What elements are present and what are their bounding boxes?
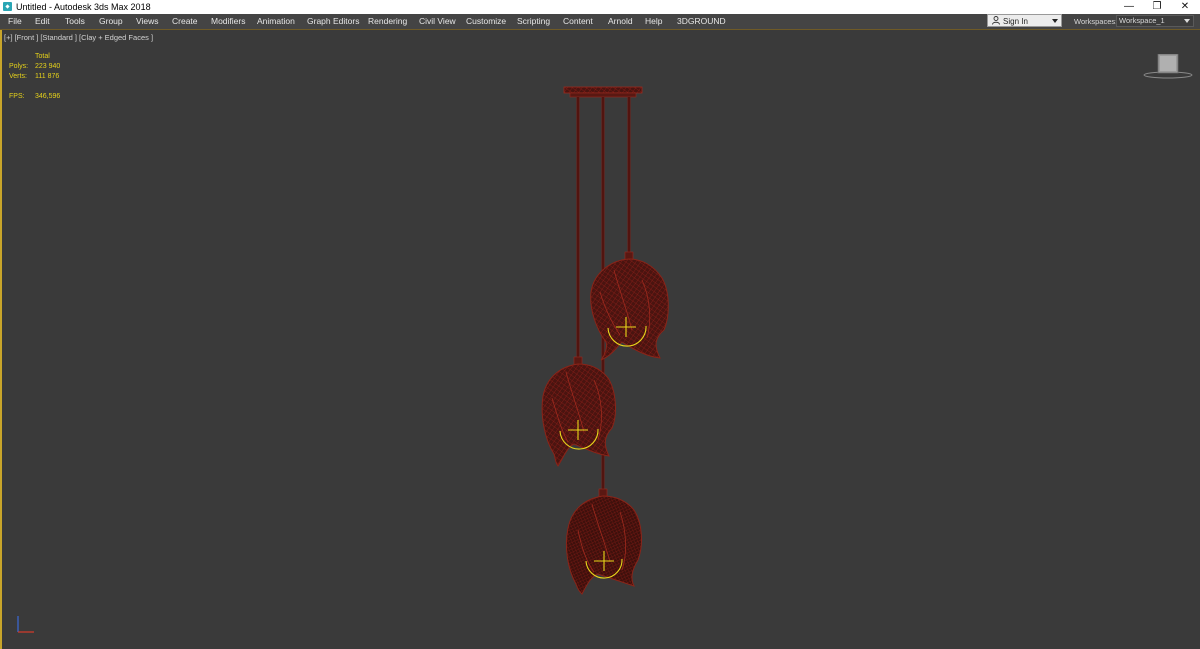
viewport-general-menu[interactable]: [+]: [4, 33, 13, 42]
window-title: Untitled - Autodesk 3ds Max 2018: [16, 2, 151, 12]
chevron-down-icon: [1052, 19, 1058, 23]
viewcube-icon[interactable]: [1142, 54, 1194, 80]
stats-header: Total: [35, 53, 50, 60]
menu-civil-view[interactable]: Civil View: [419, 14, 456, 29]
menu-graph-editors[interactable]: Graph Editors: [307, 14, 359, 29]
menu-group[interactable]: Group: [99, 14, 123, 29]
menu-help[interactable]: Help: [645, 14, 662, 29]
front-viewport[interactable]: [+] [Front ] [Standard ] [Clay + Edged Face…: [0, 30, 1200, 649]
chevron-down-icon: [1184, 19, 1190, 23]
workspace-value: Workspace_1: [1119, 16, 1165, 25]
menu-3dground[interactable]: 3DGROUND: [677, 14, 726, 29]
menu-rendering[interactable]: Rendering: [368, 14, 407, 29]
ceiling-canopy[interactable]: [563, 86, 643, 98]
verts-label: Verts:: [9, 73, 27, 80]
app-logo-icon: [3, 2, 12, 11]
workspaces-label: Workspaces:: [1074, 17, 1118, 26]
restore-button[interactable]: ❐: [1142, 0, 1172, 14]
menu-modifiers[interactable]: Modifiers: [211, 14, 245, 29]
menu-views[interactable]: Views: [136, 14, 159, 29]
close-button[interactable]: ✕: [1170, 0, 1200, 14]
fps-value: 346,596: [35, 93, 61, 100]
workspace-select[interactable]: Workspace_1: [1116, 15, 1194, 27]
menu-content[interactable]: Content: [563, 14, 593, 29]
menu-tools[interactable]: Tools: [65, 14, 85, 29]
menu-arnold[interactable]: Arnold: [608, 14, 633, 29]
minimize-button[interactable]: —: [1114, 0, 1144, 14]
sign-in-dropdown[interactable]: Sign In: [987, 14, 1062, 27]
menu-file[interactable]: File: [8, 14, 22, 29]
menu-create[interactable]: Create: [172, 14, 198, 29]
verts-value: 111 876: [35, 73, 60, 80]
menu-customize[interactable]: Customize: [466, 14, 506, 29]
polys-label: Polys:: [9, 63, 29, 70]
polys-value: 223 940: [35, 63, 61, 70]
user-icon: [992, 16, 1000, 25]
menu-animation[interactable]: Animation: [257, 14, 295, 29]
fps-label: FPS:: [9, 93, 25, 100]
scene-canvas[interactable]: [2, 30, 1200, 649]
sign-in-label: Sign In: [1003, 17, 1028, 26]
title-bar: Untitled - Autodesk 3ds Max 2018 — ❐ ✕: [0, 0, 1200, 14]
viewport-shading-menu[interactable]: [Clay + Edged Faces ]: [79, 33, 153, 42]
viewport-label-menu[interactable]: [+] [Front ] [Standard ] [Clay + Edged Face…: [4, 33, 155, 42]
viewport-point-of-view-menu[interactable]: [Front ]: [15, 33, 39, 42]
menu-scripting[interactable]: Scripting: [517, 14, 550, 29]
axis-tripod-icon: [17, 616, 34, 633]
menu-edit[interactable]: Edit: [35, 14, 50, 29]
viewport-standard-menu[interactable]: [Standard ]: [40, 33, 77, 42]
